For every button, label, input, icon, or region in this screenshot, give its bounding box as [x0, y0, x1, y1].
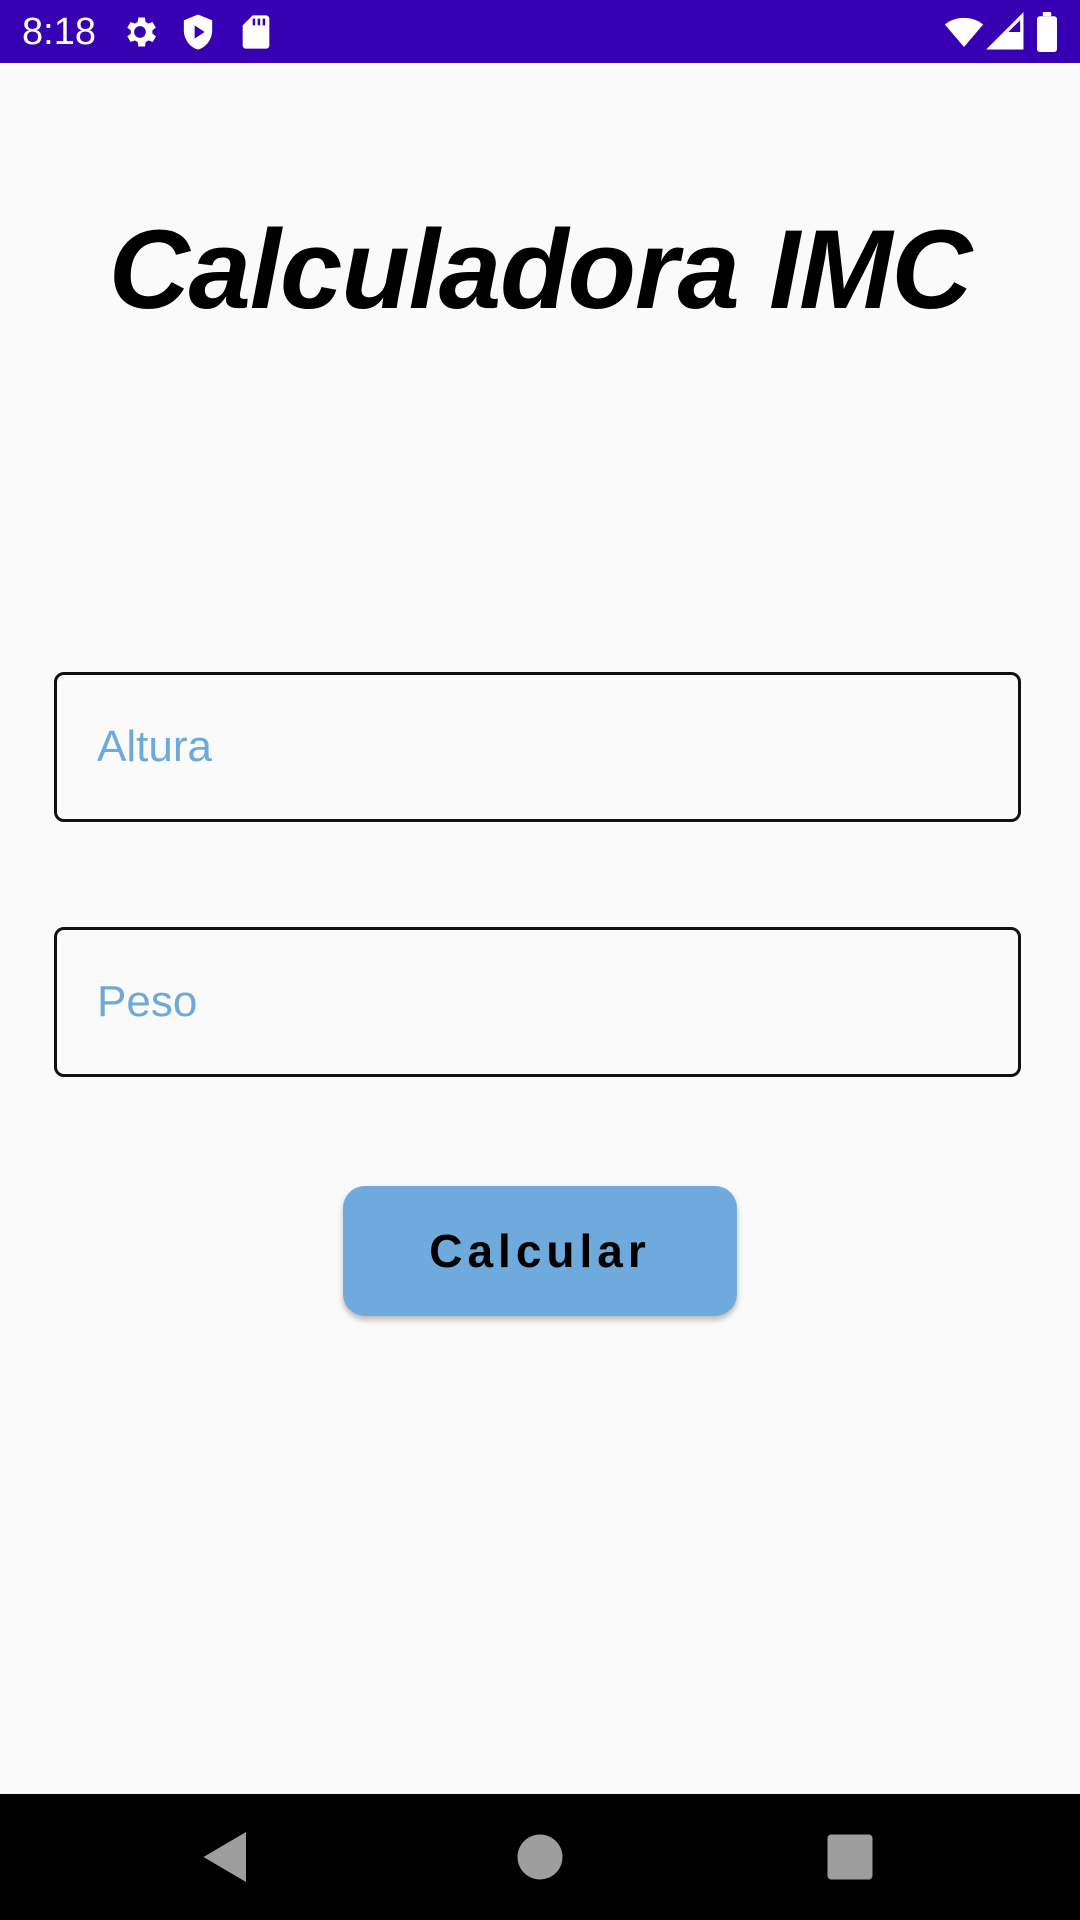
navigation-bar [0, 1794, 1080, 1920]
sd-card-icon [236, 12, 276, 52]
status-bar: 8:18 [0, 0, 1080, 63]
peso-field[interactable] [54, 927, 1021, 1077]
peso-input[interactable] [57, 930, 1018, 1074]
battery-icon [1030, 12, 1064, 52]
wifi-icon [944, 12, 984, 52]
home-icon[interactable] [510, 1827, 570, 1887]
altura-field[interactable] [54, 672, 1021, 822]
calculate-button[interactable]: Calcular [343, 1186, 737, 1316]
recents-icon[interactable] [820, 1827, 880, 1887]
back-icon[interactable] [196, 1827, 256, 1887]
page-title: Calculadora IMC [108, 207, 973, 332]
gear-icon [120, 12, 160, 52]
status-time: 8:18 [22, 11, 96, 53]
app-screen: 8:18 Calculadora IMC Calcular [0, 0, 1080, 1920]
signal-icon [986, 12, 1026, 52]
play-protect-icon [178, 12, 218, 52]
altura-input[interactable] [57, 675, 1018, 819]
